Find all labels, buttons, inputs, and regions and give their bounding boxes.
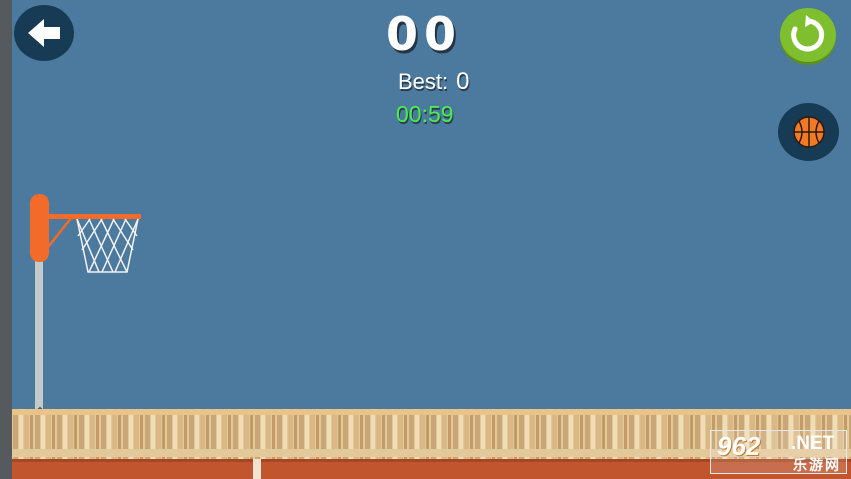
score-digit: 0 bbox=[386, 7, 421, 61]
hoop-rim bbox=[48, 214, 141, 219]
left-wall bbox=[0, 0, 12, 479]
restart-icon bbox=[791, 15, 825, 52]
timer: 00:59 bbox=[396, 101, 454, 127]
score-display: 0 0 bbox=[386, 7, 459, 61]
arrow-left-icon bbox=[28, 19, 60, 47]
basketball-icon bbox=[792, 116, 825, 148]
score-digit: 0 bbox=[424, 7, 459, 61]
back-button[interactable] bbox=[14, 5, 74, 61]
hoop-net bbox=[76, 218, 139, 273]
best-score: Best: 0 bbox=[398, 68, 470, 96]
hoop-pole bbox=[35, 258, 43, 418]
watermark-domain: .NET bbox=[791, 433, 835, 454]
best-label: Best: bbox=[398, 69, 449, 94]
watermark-logo: 962 .NET 乐游网 bbox=[710, 430, 847, 474]
best-value: 0 bbox=[456, 68, 470, 95]
watermark-subtitle: 乐游网 bbox=[793, 457, 841, 473]
restart-button[interactable] bbox=[780, 8, 836, 62]
hoop-backboard bbox=[30, 194, 49, 262]
ball-select-button[interactable] bbox=[778, 103, 839, 161]
watermark-number: 962 bbox=[717, 431, 761, 461]
